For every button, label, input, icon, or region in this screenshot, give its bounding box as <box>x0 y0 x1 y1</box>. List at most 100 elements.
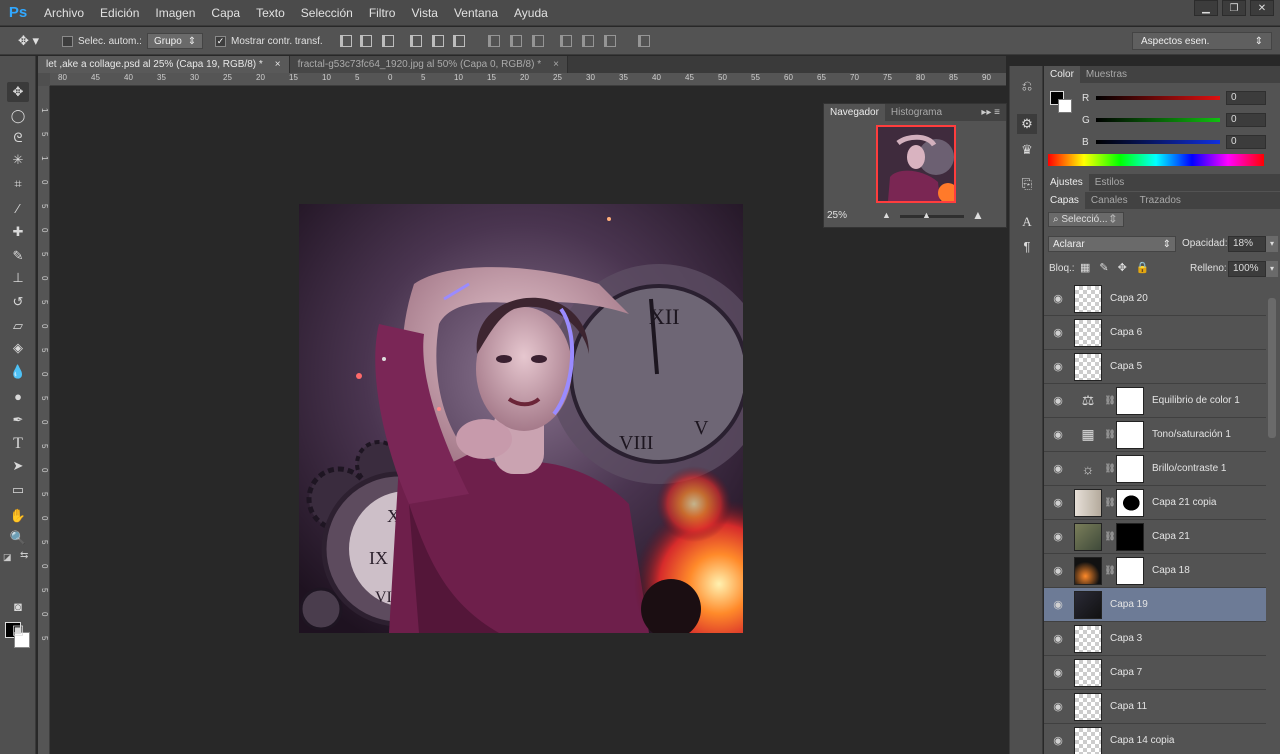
tab-color[interactable]: Color <box>1044 66 1080 83</box>
align-hcenter-icon[interactable] <box>432 35 444 47</box>
layer-filter-select[interactable]: ⌕ Selecció... ⇕ <box>1048 212 1124 227</box>
paragraph-icon[interactable]: ¶ <box>1017 236 1037 256</box>
lasso-tool-icon[interactable]: ᘓ <box>7 128 29 148</box>
color-channel-value[interactable]: 0 <box>1226 113 1266 127</box>
layers-scrollbar[interactable] <box>1268 298 1276 438</box>
brush-presets-icon[interactable]: ♛ <box>1017 140 1037 160</box>
align-top-icon[interactable] <box>340 35 352 47</box>
clone-stamp-tool-icon[interactable]: ⊥ <box>7 268 29 288</box>
adjustments-icon[interactable]: ⚙ <box>1017 114 1037 134</box>
layer-row[interactable]: ◉ ⛓ Capa 18 <box>1044 554 1266 588</box>
align-left-icon[interactable] <box>410 35 422 47</box>
layer-row[interactable]: ◉ Capa 11 <box>1044 690 1266 724</box>
close-icon[interactable]: × <box>553 59 559 70</box>
layer-mask-thumbnail[interactable] <box>1116 386 1144 415</box>
zoom-in-icon[interactable]: ▲ <box>972 208 984 222</box>
restore-button[interactable]: ❐ <box>1222 0 1246 16</box>
history-icon[interactable]: ⎌ <box>1017 76 1037 96</box>
distribute-left-icon[interactable] <box>560 35 572 47</box>
visibility-eye-icon[interactable]: ◉ <box>1044 360 1072 373</box>
history-brush-tool-icon[interactable]: ↺ <box>7 292 29 312</box>
color-channel-slider[interactable] <box>1096 118 1220 122</box>
visibility-eye-icon[interactable]: ◉ <box>1044 598 1072 611</box>
opacity-dropdown-icon[interactable]: ▾ <box>1266 236 1278 252</box>
move-tool-preset-icon[interactable]: ✥ ▾ <box>18 32 39 50</box>
align-right-icon[interactable] <box>453 35 465 47</box>
eyedropper-tool-icon[interactable]: ⁄ <box>7 198 29 218</box>
zoom-tool-icon[interactable]: 🔍 <box>7 528 29 548</box>
layer-mask-thumbnail[interactable] <box>1116 556 1144 585</box>
marquee-tool-icon[interactable]: ◯ <box>7 106 29 126</box>
color-channel-slider[interactable] <box>1096 96 1220 100</box>
menu-item[interactable]: Capa <box>203 0 248 26</box>
move-tool-icon[interactable]: ✥ <box>7 82 29 102</box>
tab-navigator[interactable]: Navegador <box>824 104 885 121</box>
layer-row[interactable]: ◉ Capa 19 <box>1044 588 1266 622</box>
layer-mask-thumbnail[interactable] <box>1116 420 1144 449</box>
layer-mask-thumbnail[interactable] <box>1116 488 1144 517</box>
swap-colors-icon[interactable]: ⇆ <box>20 550 28 561</box>
menu-item[interactable]: Archivo <box>36 0 92 26</box>
menu-item[interactable]: Selección <box>293 0 361 26</box>
layer-row[interactable]: ◉ ⛓ Capa 21 <box>1044 520 1266 554</box>
close-icon[interactable]: × <box>275 59 281 70</box>
blend-mode-select[interactable]: Aclarar ⇕ <box>1048 236 1176 252</box>
distribute-bottom-icon[interactable] <box>532 35 544 47</box>
color-channel-value[interactable]: 0 <box>1226 135 1266 149</box>
document-tab-fractal[interactable]: fractal-g53c73fc64_1920.jpg al 50% (Capa… <box>289 56 568 73</box>
lock-all-icon[interactable]: 🔒 <box>1136 261 1150 274</box>
visibility-eye-icon[interactable]: ◉ <box>1044 496 1072 509</box>
blur-tool-icon[interactable]: 💧 <box>7 362 29 382</box>
mask-link-icon[interactable]: ⛓ <box>1104 565 1116 576</box>
lock-paint-icon[interactable]: ✎ <box>1099 261 1108 274</box>
layer-row[interactable]: ◉ Capa 6 <box>1044 316 1266 350</box>
quick-select-tool-icon[interactable]: ✳ <box>7 150 29 170</box>
visibility-eye-icon[interactable]: ◉ <box>1044 734 1072 747</box>
auto-align-icon[interactable] <box>638 35 650 47</box>
fill-input[interactable]: 100% <box>1228 261 1266 277</box>
menu-item[interactable]: Ventana <box>446 0 506 26</box>
layer-row[interactable]: ◉ ☼ ⛓ Brillo/contraste 1 <box>1044 452 1266 486</box>
tab-histogram[interactable]: Histograma <box>885 104 948 121</box>
layer-row[interactable]: ◉ ⛓ Capa 21 copia <box>1044 486 1266 520</box>
workspace-select[interactable]: Aspectos esen. ⇕ <box>1132 32 1272 50</box>
visibility-eye-icon[interactable]: ◉ <box>1044 700 1072 713</box>
document-tab-collage[interactable]: let ,ake a collage.psd al 25% (Capa 19, … <box>38 56 290 73</box>
visibility-eye-icon[interactable]: ◉ <box>1044 530 1072 543</box>
layer-row[interactable]: ◉ Capa 7 <box>1044 656 1266 690</box>
layer-row[interactable]: ◉ Capa 3 <box>1044 622 1266 656</box>
visibility-eye-icon[interactable]: ◉ <box>1044 428 1072 441</box>
navigator-zoom-value[interactable]: 25% <box>827 210 847 221</box>
tab-styles[interactable]: Estilos <box>1089 174 1130 191</box>
layer-row[interactable]: ◉ ▦ ⛓ Tono/saturación 1 <box>1044 418 1266 452</box>
show-transform-check[interactable]: ✓ <box>215 35 226 47</box>
rectangle-tool-icon[interactable]: ▭ <box>7 480 29 500</box>
mask-link-icon[interactable]: ⛓ <box>1104 463 1116 474</box>
tab-adjustments[interactable]: Ajustes <box>1044 174 1089 191</box>
zoom-out-icon[interactable]: ▲ <box>882 210 891 220</box>
crop-tool-icon[interactable]: ⌗ <box>7 174 29 194</box>
visibility-eye-icon[interactable]: ◉ <box>1044 462 1072 475</box>
lock-move-icon[interactable]: ✥ <box>1118 261 1127 274</box>
align-vcenter-icon[interactable] <box>360 35 372 47</box>
menu-item[interactable]: Texto <box>248 0 293 26</box>
show-transform-checkbox[interactable]: ✓ Mostrar contr. transf. <box>215 32 323 50</box>
color-channel-value[interactable]: 0 <box>1226 91 1266 105</box>
lock-transparent-icon[interactable]: ▦ <box>1080 261 1090 274</box>
opacity-input[interactable]: 18% <box>1228 236 1266 252</box>
screen-mode-icon[interactable]: ▣ <box>7 620 29 640</box>
brush-tool-icon[interactable]: ✎ <box>7 246 29 266</box>
tab-swatches[interactable]: Muestras <box>1080 66 1133 83</box>
visibility-eye-icon[interactable]: ◉ <box>1044 564 1072 577</box>
default-colors-icon[interactable]: ◪ <box>3 552 12 563</box>
auto-select-checkbox[interactable]: Selec. autom.: <box>62 32 142 50</box>
distribute-hcenter-icon[interactable] <box>582 35 594 47</box>
group-select[interactable]: Grupo ⇕ <box>147 32 204 50</box>
distribute-top-icon[interactable] <box>488 35 500 47</box>
mask-link-icon[interactable]: ⛓ <box>1104 429 1116 440</box>
path-selection-tool-icon[interactable]: ➤ <box>7 456 29 476</box>
layer-row[interactable]: ◉ Capa 5 <box>1044 350 1266 384</box>
eraser-tool-icon[interactable]: ▱ <box>7 316 29 336</box>
close-button[interactable]: ✕ <box>1250 0 1274 16</box>
fill-dropdown-icon[interactable]: ▾ <box>1266 261 1278 277</box>
